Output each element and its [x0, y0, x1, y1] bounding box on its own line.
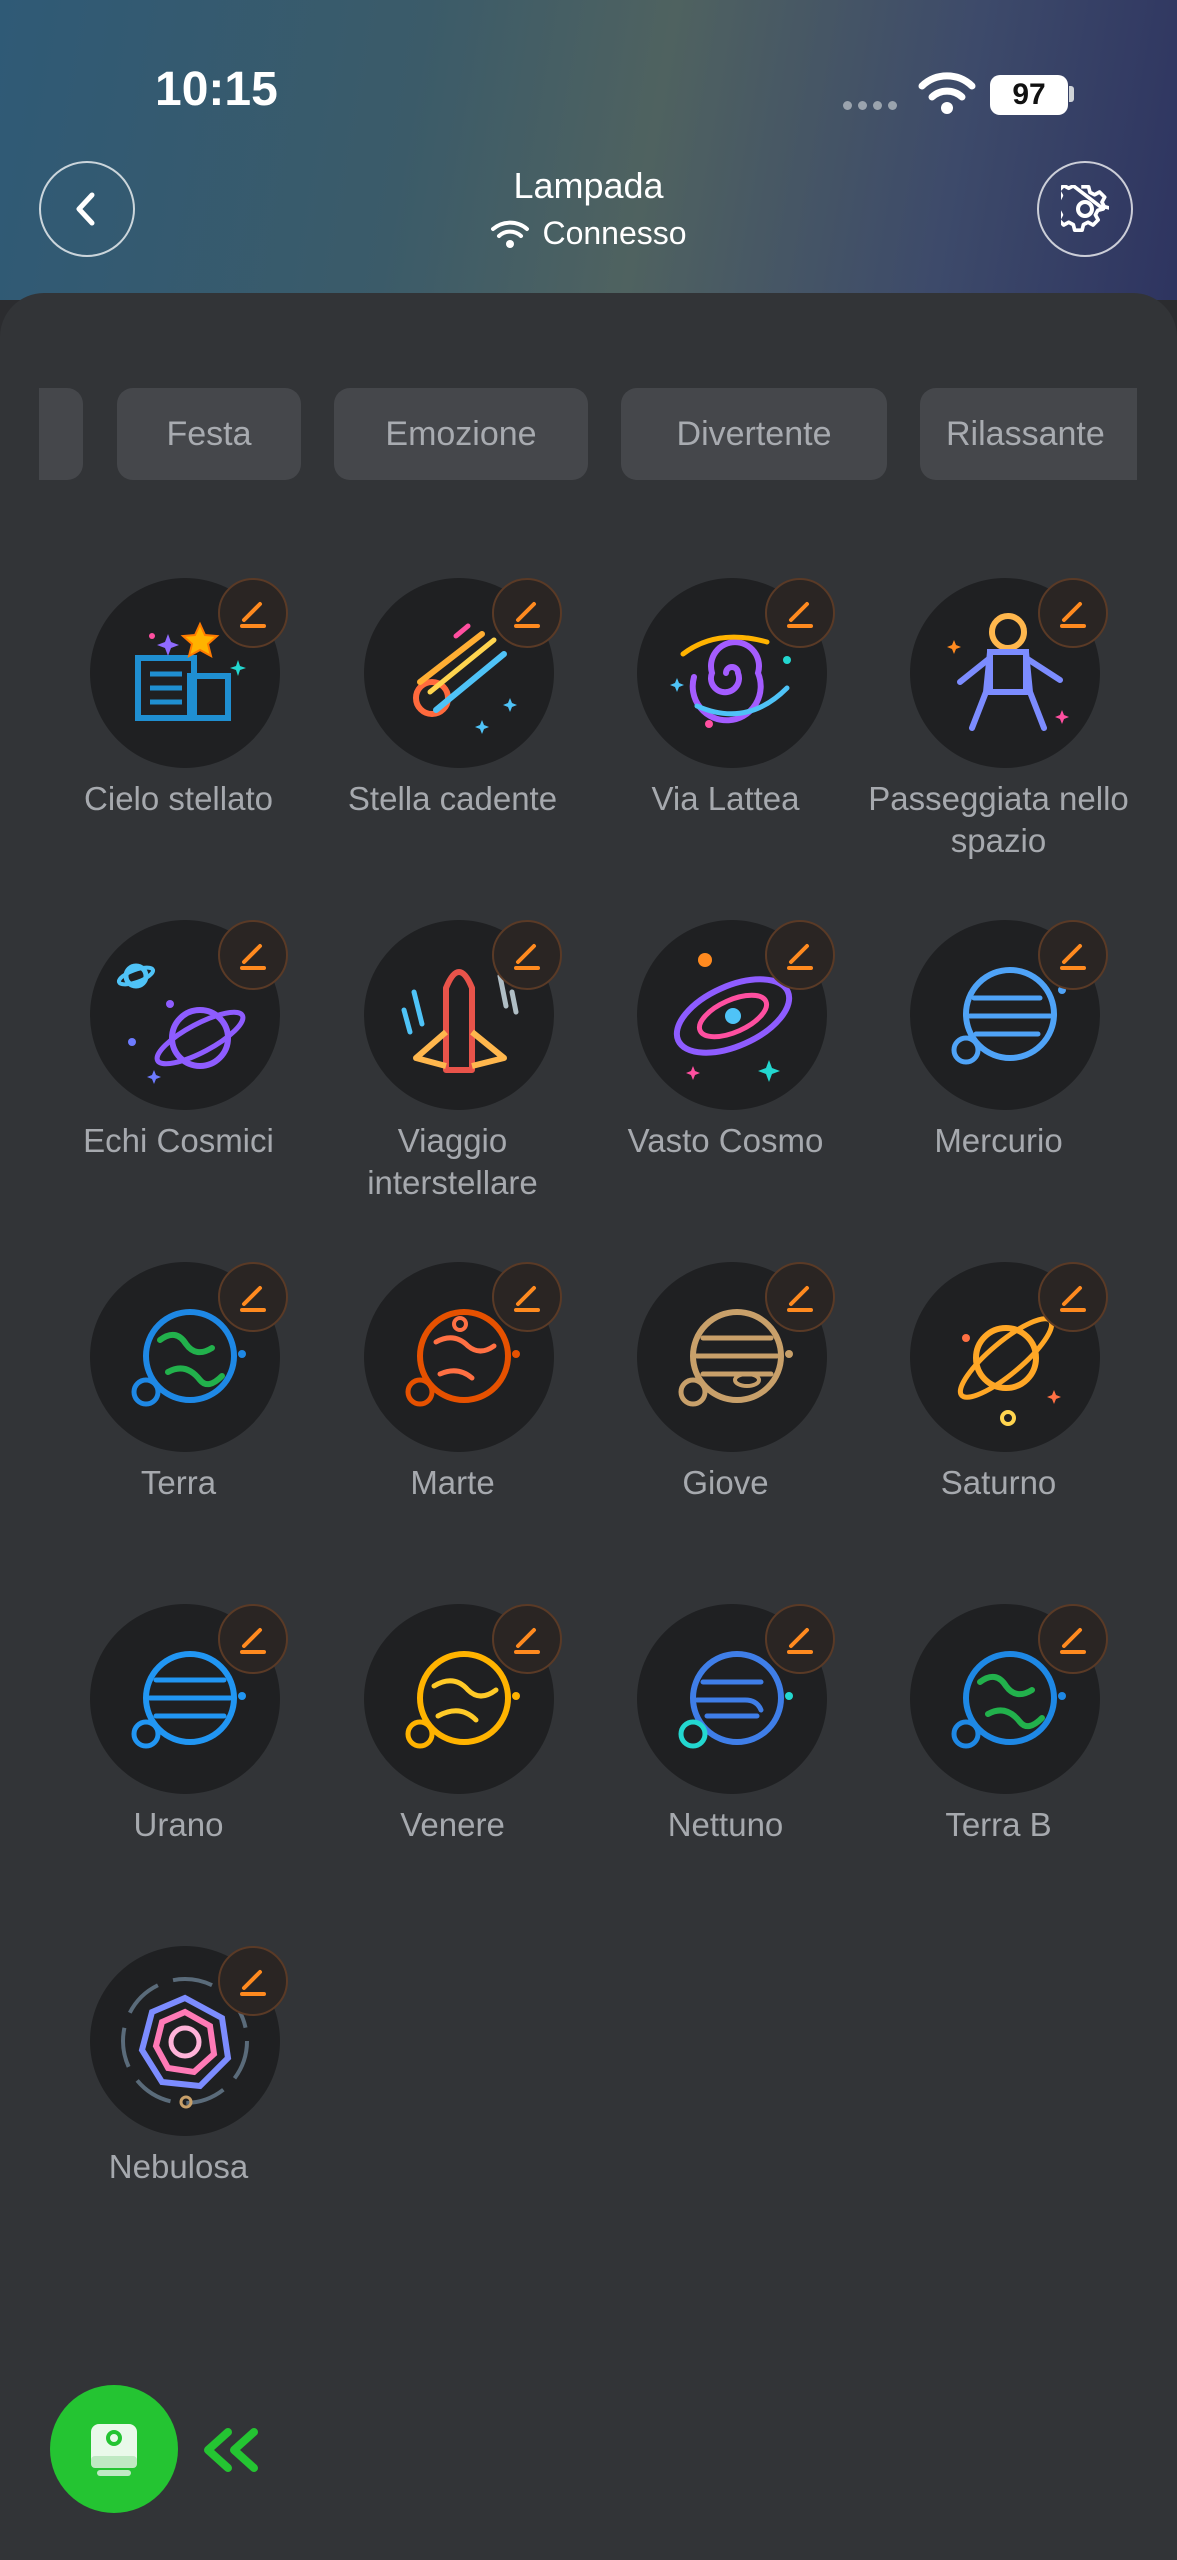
- gear-icon: [1061, 185, 1109, 233]
- scene-label: Passeggiata nello spazio: [868, 780, 1129, 859]
- scene-label: Nettuno: [667, 1806, 784, 1843]
- scene-label: Urano: [133, 1806, 224, 1843]
- wifi-icon: [491, 220, 530, 248]
- cellular-signal-icon: [843, 101, 897, 110]
- scene-label: Terra B: [945, 1806, 1052, 1843]
- scene-label: Venere: [400, 1806, 505, 1843]
- scene-label: Terra: [140, 1464, 217, 1501]
- tab-previous[interactable]: [39, 388, 83, 480]
- scene-label: Giove: [682, 1464, 769, 1501]
- scene-label: Saturno: [940, 1464, 1057, 1501]
- pencil-icon: [1060, 944, 1086, 970]
- pencil-icon: [514, 944, 540, 970]
- pencil-icon: [1060, 1286, 1086, 1312]
- pencil-icon: [514, 602, 540, 628]
- scene-saturno[interactable]: Saturno: [862, 1262, 1135, 1562]
- pencil-icon: [787, 1628, 813, 1654]
- edit-button[interactable]: [1038, 1604, 1108, 1674]
- tab-emozione[interactable]: Emozione: [334, 388, 588, 480]
- wifi-status-icon: [918, 72, 976, 114]
- pencil-icon: [787, 602, 813, 628]
- scene-terra-b[interactable]: Terra B: [862, 1604, 1135, 1904]
- edit-button[interactable]: [492, 578, 562, 648]
- battery-indicator: 97: [990, 75, 1068, 115]
- scene-label: Nebulosa: [108, 2148, 249, 2185]
- tab-festa[interactable]: Festa: [117, 388, 301, 480]
- edit-button[interactable]: [492, 1262, 562, 1332]
- pencil-icon: [240, 1286, 266, 1312]
- edit-button[interactable]: [218, 578, 288, 648]
- pencil-icon: [1060, 1628, 1086, 1654]
- tab-rilassante[interactable]: Rilassante: [920, 388, 1137, 480]
- device-title: Lampada: [513, 165, 664, 206]
- connection-label: Connesso: [542, 215, 687, 251]
- scene-venere[interactable]: Venere: [316, 1604, 589, 1904]
- edit-button[interactable]: [1038, 920, 1108, 990]
- scene-giove[interactable]: Giove: [589, 1262, 862, 1562]
- scene-label: Cielo stellato: [84, 780, 273, 817]
- edit-button[interactable]: [765, 1262, 835, 1332]
- scene-urano[interactable]: Urano: [42, 1604, 315, 1904]
- edit-button[interactable]: [218, 1262, 288, 1332]
- edit-button[interactable]: [218, 920, 288, 990]
- pencil-icon: [240, 602, 266, 628]
- edit-button[interactable]: [765, 920, 835, 990]
- pencil-icon: [514, 1628, 540, 1654]
- pencil-icon: [514, 1286, 540, 1312]
- pencil-icon: [787, 1286, 813, 1312]
- edit-button[interactable]: [765, 578, 835, 648]
- scene-label: Echi Cosmici: [83, 1122, 274, 1159]
- device-fab-button[interactable]: [50, 2385, 178, 2513]
- scene-terra[interactable]: Terra: [42, 1262, 315, 1562]
- scene-label: Mercurio: [934, 1122, 1063, 1159]
- scene-vasto-cosmo[interactable]: Vasto Cosmo: [589, 920, 862, 1220]
- scene-nettuno[interactable]: Nettuno: [589, 1604, 862, 1904]
- pencil-icon: [1060, 602, 1086, 628]
- edit-button[interactable]: [492, 1604, 562, 1674]
- category-tabs: Festa Emozione Divertente Rilassante: [39, 388, 1137, 480]
- scene-echi-cosmici[interactable]: Echi Cosmici: [42, 920, 315, 1220]
- edit-button[interactable]: [492, 920, 562, 990]
- scene-label: Marte: [410, 1464, 495, 1501]
- scene-mercurio[interactable]: Mercurio: [862, 920, 1135, 1220]
- status-time: 10:15: [155, 63, 278, 116]
- edit-button[interactable]: [218, 1946, 288, 2016]
- double-chevron-left-icon[interactable]: [194, 2420, 264, 2480]
- pencil-icon: [240, 1970, 266, 1996]
- scene-passeggiata-nello-spazio[interactable]: Passeggiata nello spazio: [862, 578, 1135, 878]
- pencil-icon: [240, 944, 266, 970]
- scene-via-lattea[interactable]: Via Lattea: [589, 578, 862, 878]
- edit-button[interactable]: [1038, 1262, 1108, 1332]
- scene-nebulosa[interactable]: Nebulosa: [42, 1946, 315, 2246]
- scene-stella-cadente[interactable]: Stella cadente: [316, 578, 589, 878]
- scene-marte[interactable]: Marte: [316, 1262, 589, 1562]
- scene-label: Via Lattea: [651, 780, 800, 817]
- lamp-device-icon: [91, 2424, 137, 2476]
- pencil-icon: [240, 1628, 266, 1654]
- connection-status: Connesso: [0, 215, 1177, 258]
- settings-button[interactable]: [1037, 161, 1133, 257]
- scene-label: Vasto Cosmo: [627, 1122, 824, 1159]
- scene-label: Viaggio interstellare: [367, 1122, 538, 1201]
- tab-divertente[interactable]: Divertente: [621, 388, 887, 480]
- scene-cielo-stellato[interactable]: Cielo stellato: [42, 578, 315, 878]
- edit-button[interactable]: [218, 1604, 288, 1674]
- scene-label: Stella cadente: [347, 780, 558, 817]
- pencil-icon: [787, 944, 813, 970]
- scene-viaggio-interstellare[interactable]: Viaggio interstellare: [316, 920, 589, 1220]
- edit-button[interactable]: [765, 1604, 835, 1674]
- edit-button[interactable]: [1038, 578, 1108, 648]
- battery-tip: [1069, 86, 1074, 102]
